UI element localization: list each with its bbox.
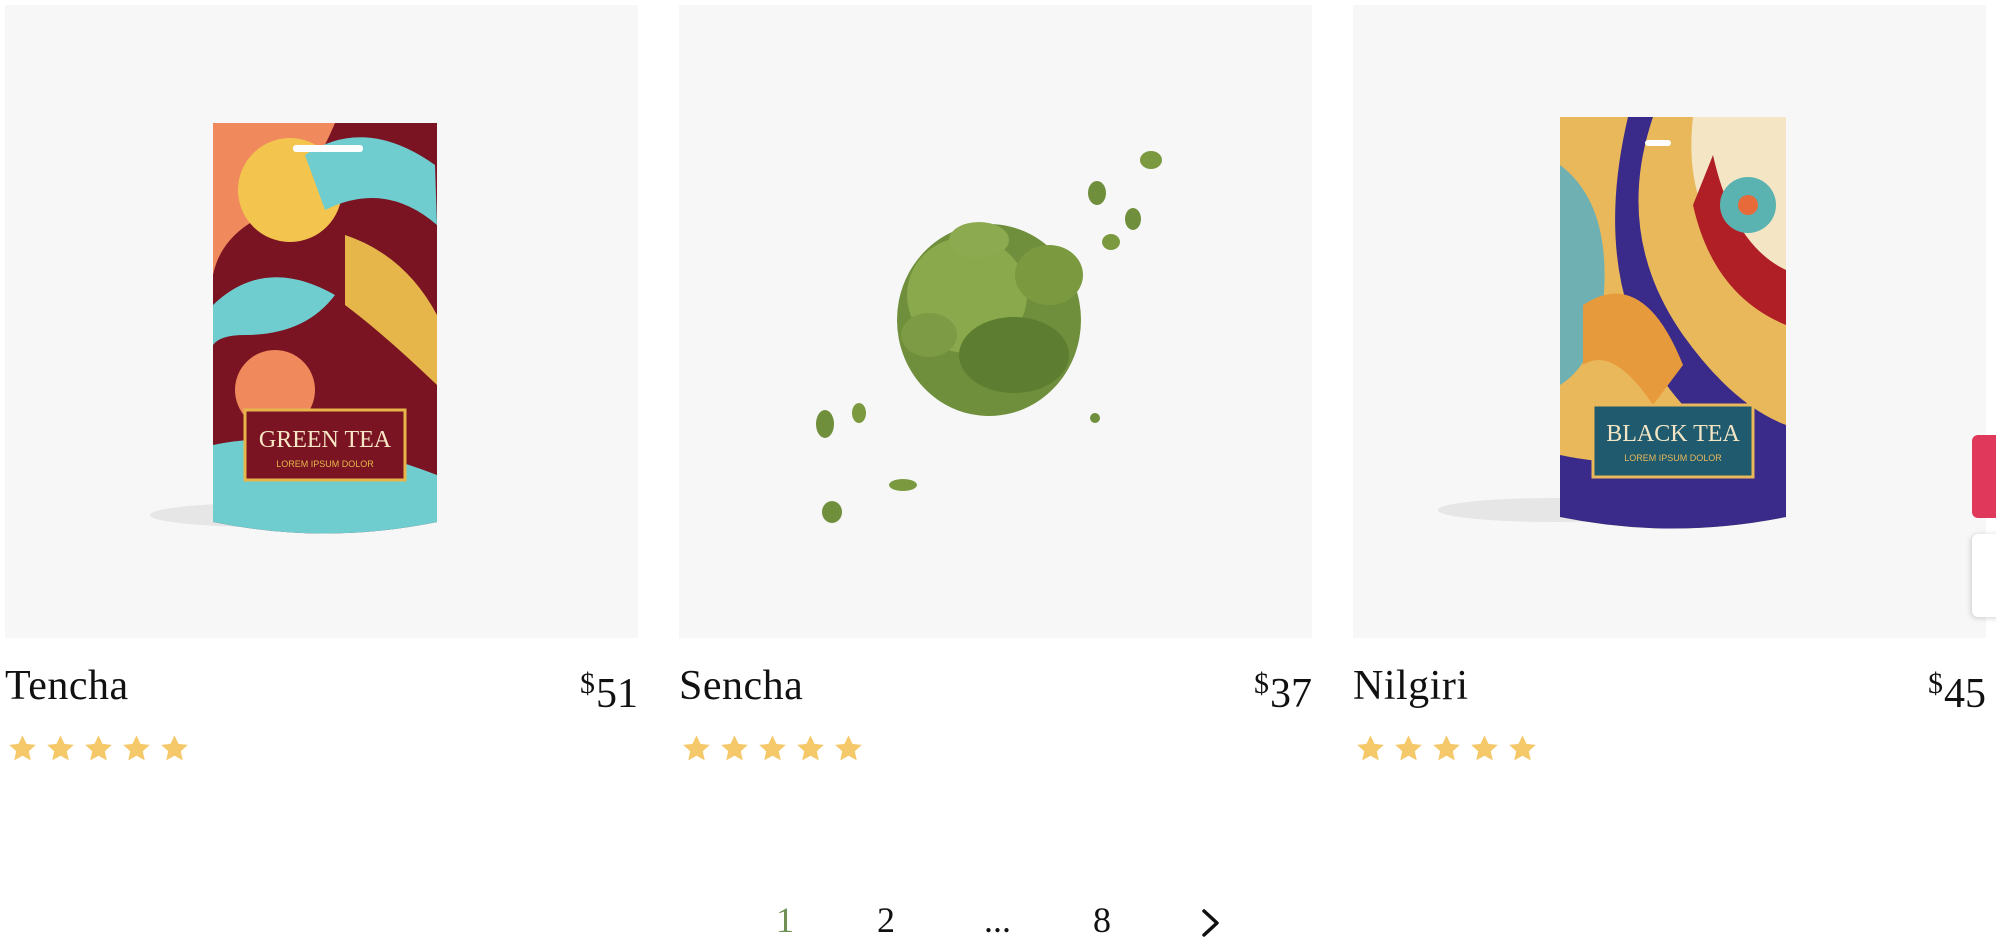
star-icon (9, 735, 36, 761)
star-icon (1509, 735, 1536, 761)
product-card-tencha[interactable]: GREEN TEA LOREM IPSUM DOLOR Tencha $51 (5, 5, 638, 761)
tea-pouch-illustration: GREEN TEA LOREM IPSUM DOLOR (150, 123, 437, 534)
star-icon (759, 735, 786, 761)
tea-pouch-illustration: BLACK TEA LOREM IPSUM DOLOR (1438, 117, 1786, 529)
page-link-1[interactable]: 1 (776, 896, 794, 944)
product-card-nilgiri[interactable]: BLACK TEA LOREM IPSUM DOLOR Nilgiri $45 (1353, 5, 1986, 761)
star-icon (161, 735, 188, 761)
product-price: $37 (1254, 667, 1312, 717)
star-icon (797, 735, 824, 761)
package-label: BLACK TEA (1606, 421, 1740, 447)
page-ellipsis: ... (984, 900, 1011, 940)
star-icon (47, 735, 74, 761)
star-icon (85, 735, 112, 761)
page-link-2[interactable]: 2 (877, 896, 895, 944)
side-floating-tab-secondary[interactable] (1972, 534, 1996, 617)
price-value: 45 (1944, 671, 1986, 717)
currency-symbol: $ (580, 667, 595, 700)
product-name[interactable]: Sencha (679, 665, 803, 707)
star-icon (123, 735, 150, 761)
loose-leaf-tea-illustration (816, 151, 1162, 523)
product-image-nilgiri[interactable]: BLACK TEA LOREM IPSUM DOLOR (1353, 5, 1986, 638)
star-icon (1357, 735, 1384, 761)
next-page-button[interactable] (1200, 896, 1222, 938)
star-icon (721, 735, 748, 761)
page-link-8[interactable]: 8 (1093, 896, 1111, 944)
product-price: $45 (1928, 667, 1986, 717)
package-sublabel: LOREM IPSUM DOLOR (1624, 453, 1722, 463)
side-floating-tab[interactable] (1972, 435, 1996, 518)
star-icon (1433, 735, 1460, 761)
rating-stars (7, 733, 190, 764)
product-name[interactable]: Nilgiri (1353, 665, 1469, 707)
star-icon (1471, 735, 1498, 761)
price-value: 51 (596, 671, 638, 717)
star-icon (835, 735, 862, 761)
star-icon (1395, 735, 1422, 761)
product-name[interactable]: Tencha (5, 665, 129, 707)
currency-symbol: $ (1928, 667, 1943, 700)
rating-stars (681, 733, 864, 764)
product-image-sencha[interactable] (679, 5, 1312, 638)
product-card-sencha[interactable]: Sencha $37 (679, 5, 1312, 761)
currency-symbol: $ (1254, 667, 1269, 700)
chevron-right-icon (1202, 909, 1219, 937)
product-image-tencha[interactable]: GREEN TEA LOREM IPSUM DOLOR (5, 5, 638, 638)
product-price: $51 (580, 667, 638, 717)
package-label: GREEN TEA (259, 427, 392, 453)
package-sublabel: LOREM IPSUM DOLOR (276, 459, 374, 469)
star-icon (683, 735, 710, 761)
rating-stars (1355, 733, 1538, 764)
price-value: 37 (1270, 671, 1312, 717)
